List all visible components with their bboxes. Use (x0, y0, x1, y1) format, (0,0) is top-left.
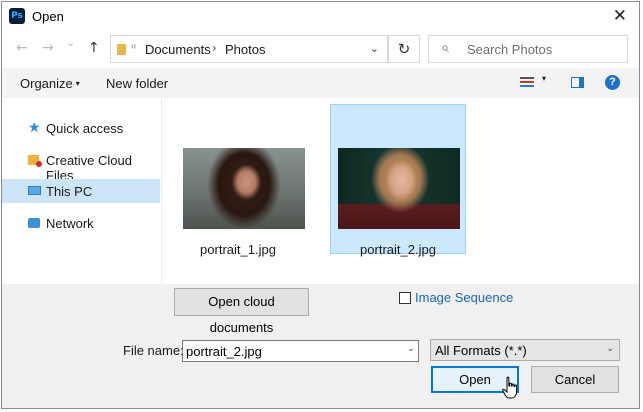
computer-icon (28, 186, 41, 195)
image-sequence-label[interactable]: Image Sequence (415, 290, 513, 305)
sidebar-item-this-pc[interactable]: This PC (2, 179, 160, 203)
view-options-caret-icon[interactable]: ▾ (542, 74, 546, 83)
portrait-1-thumbnail (183, 148, 305, 229)
preview-pane-icon[interactable] (571, 77, 584, 88)
breadcrumb-overflow-icon[interactable]: « (131, 41, 137, 52)
file-name-dropdown-chevron-icon[interactable]: ⌄ (407, 344, 415, 354)
address-bar[interactable]: « Documents › Photos ⌄ (110, 35, 388, 63)
file-list: portrait_1.jpg portrait_2.jpg (162, 98, 639, 284)
file-name-input[interactable] (182, 340, 419, 362)
photoshop-app-icon: Ps (9, 8, 25, 24)
file-name-label: portrait_1.jpg (200, 242, 276, 257)
portrait-2-thumbnail (338, 148, 460, 229)
sidebar-item-label: Quick access (46, 121, 124, 136)
star-icon: ★ (28, 120, 41, 136)
title-bar: Ps Open ✕ (2, 2, 639, 32)
change-view-icon[interactable] (520, 77, 534, 88)
hand-cursor-icon (502, 376, 518, 399)
command-bar: Organize ▾ New folder ▾ ? (2, 68, 639, 98)
file-name-field-label: File name: (123, 343, 184, 358)
creative-cloud-folder-icon (28, 155, 42, 167)
sidebar-item-label: This PC (46, 184, 93, 199)
sidebar-item-network[interactable]: Network (2, 211, 160, 235)
caret-down-icon: ▾ (75, 79, 80, 88)
file-format-select[interactable]: All Formats (*.*) ⌄ (430, 339, 620, 361)
help-icon[interactable]: ? (605, 75, 620, 90)
file-format-value: All Formats (*.*) (435, 343, 527, 358)
breadcrumb-photos[interactable]: Photos (225, 42, 265, 57)
search-icon: ⌕ (441, 40, 449, 56)
refresh-icon: ↻ (397, 40, 411, 58)
file-name-label: portrait_2.jpg (360, 242, 436, 257)
close-icon[interactable]: ✕ (613, 6, 627, 26)
open-cloud-documents-button[interactable]: Open cloud documents (174, 288, 309, 335)
file-item-portrait-1[interactable]: portrait_1.jpg (170, 104, 306, 257)
network-icon (28, 218, 40, 228)
forward-arrow-icon[interactable]: → (42, 40, 54, 56)
sidebar-item-creative-cloud-files[interactable]: Creative Cloud Files (2, 148, 160, 183)
breadcrumb-separator-icon[interactable]: › (212, 41, 217, 55)
bottom-panel: Open cloud documents Image Sequence File… (2, 284, 639, 408)
sidebar-item-quick-access[interactable]: ★ Quick access (2, 116, 160, 140)
file-item-portrait-2[interactable]: portrait_2.jpg (330, 104, 466, 257)
organize-menu-button[interactable]: Organize ▾ (20, 76, 80, 91)
breadcrumb-documents[interactable]: Documents (145, 42, 211, 57)
new-folder-button[interactable]: New folder (106, 76, 168, 91)
search-input[interactable]: ⌕ Search Photos (428, 35, 628, 63)
refresh-button[interactable]: ↻ (388, 35, 420, 63)
up-arrow-icon[interactable]: ↑ (88, 40, 100, 56)
navigation-pane: ★ Quick access Creative Cloud Files This… (2, 98, 160, 284)
sidebar-item-label: Network (46, 216, 94, 231)
cancel-button[interactable]: Cancel (531, 366, 619, 393)
organize-label: Organize (20, 76, 73, 91)
back-arrow-icon[interactable]: ← (16, 40, 28, 56)
recent-locations-chevron-icon[interactable]: ⌄ (66, 36, 75, 49)
search-placeholder: Search Photos (467, 42, 553, 57)
folder-icon (117, 44, 126, 55)
window-title: Open (32, 9, 64, 24)
address-dropdown-chevron-icon[interactable]: ⌄ (370, 42, 379, 55)
open-dialog: Ps Open ✕ ← → ⌄ ↑ « Documents › Photos ⌄… (1, 1, 640, 409)
chevron-down-icon: ⌄ (606, 344, 614, 354)
image-sequence-checkbox[interactable] (399, 292, 411, 304)
